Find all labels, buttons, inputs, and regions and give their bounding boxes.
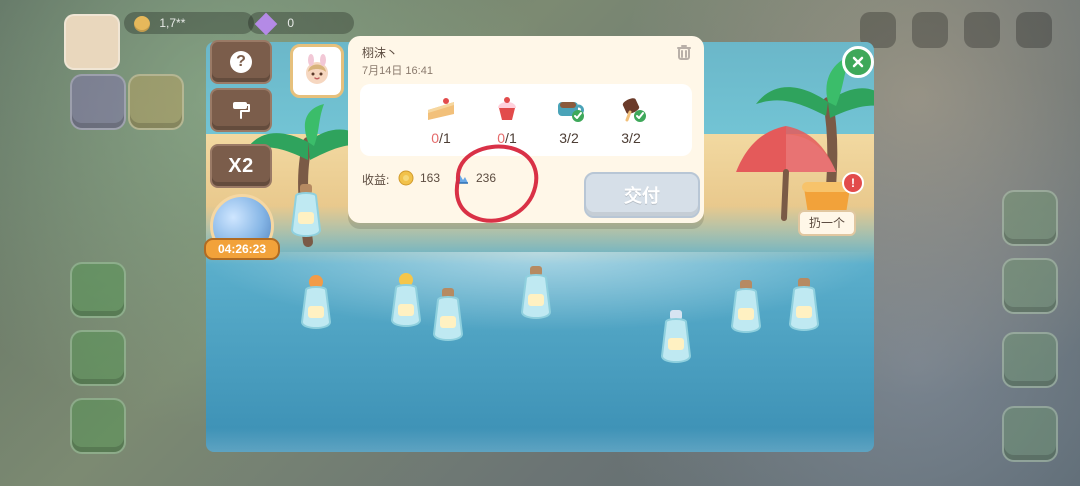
order-timestamp: 7月14日 16:41 xyxy=(362,65,433,77)
help-button[interactable]: ? xyxy=(210,40,272,84)
right-shortcut-3[interactable] xyxy=(1002,332,1058,388)
side-shortcut-4[interactable] xyxy=(70,330,126,386)
trash-icon xyxy=(677,45,691,60)
item-count: 3/2 xyxy=(559,130,579,146)
player-avatar[interactable] xyxy=(290,44,344,98)
have-count: 0 xyxy=(431,130,440,146)
xp-icon xyxy=(456,175,468,184)
item-coffee: 3/2 xyxy=(542,92,596,150)
have-count: 0 xyxy=(497,130,506,146)
coin-count: 1,7** xyxy=(159,16,186,30)
need-count: 1 xyxy=(442,130,451,146)
item-cake-slice: 0/1 xyxy=(414,92,468,150)
right-shortcut-1[interactable] xyxy=(1002,190,1058,246)
timer-text: 04:26:23 xyxy=(204,238,280,260)
paint-button[interactable] xyxy=(210,88,272,132)
side-shortcut-5[interactable] xyxy=(70,398,126,454)
camera-button[interactable] xyxy=(964,12,1000,48)
right-shortcut-4[interactable] xyxy=(1002,406,1058,462)
reward-coins: 163 xyxy=(398,170,440,186)
player-name: 栩沫丶 xyxy=(362,46,399,60)
need-count: 2 xyxy=(570,130,579,146)
gem-counter: 0 xyxy=(248,12,354,36)
close-button[interactable] xyxy=(842,46,874,78)
reward-xp-value: 236 xyxy=(476,171,497,185)
order-card: 栩沫丶 7月14日 16:41 0/1 0/1 3/2 3/2 收益: 163 … xyxy=(348,36,704,223)
bottle-on-sand[interactable] xyxy=(286,182,326,240)
required-items-panel: 0/1 0/1 3/2 3/2 xyxy=(360,84,692,156)
side-shortcut-1[interactable] xyxy=(70,74,126,130)
reward-xp: 236 xyxy=(454,170,496,186)
item-count: 0/1 xyxy=(497,130,517,146)
shoreline xyxy=(206,428,874,452)
bottle-floating-6[interactable] xyxy=(726,278,766,336)
throw-bottle-button[interactable]: 扔一个 xyxy=(798,210,856,236)
speed-up-button[interactable]: X2 xyxy=(210,144,272,188)
item-count: 3/2 xyxy=(621,130,641,146)
settings-button[interactable] xyxy=(1016,12,1052,48)
chocolate-popsicle-icon xyxy=(622,98,646,122)
bottle-floating-4[interactable] xyxy=(516,264,556,322)
income-label: 收益: xyxy=(362,173,390,187)
bottle-floating-3[interactable] xyxy=(428,286,468,344)
reward-coins-value: 163 xyxy=(420,171,441,185)
item-cupcake: 0/1 xyxy=(480,92,534,150)
item-count: 0/1 xyxy=(431,130,451,146)
coin-icon xyxy=(398,170,414,186)
gem-count: 0 xyxy=(287,16,295,30)
coin-counter: 1,7** xyxy=(124,12,254,34)
close-icon xyxy=(852,56,864,68)
need-count: 1 xyxy=(508,130,517,146)
speed-label: X2 xyxy=(228,154,254,177)
cupcake-icon xyxy=(498,97,516,120)
coffee-cup-icon xyxy=(558,102,584,122)
bunny-girl-avatar-icon xyxy=(306,54,328,84)
right-shortcut-2[interactable] xyxy=(1002,258,1058,314)
bottle-floating-2[interactable] xyxy=(386,272,426,330)
paint-roller-icon xyxy=(233,102,250,119)
delete-order-button[interactable] xyxy=(674,42,694,62)
cake-slice-icon xyxy=(428,98,454,120)
item-chocolate-popsicle: 3/2 xyxy=(604,92,658,150)
need-count: 2 xyxy=(632,130,641,146)
bottle-floating-5[interactable] xyxy=(656,308,696,366)
bottle-floating-7[interactable] xyxy=(784,276,824,334)
gem-icon xyxy=(254,12,278,36)
have-count: 3 xyxy=(559,130,568,146)
profile-avatar[interactable] xyxy=(64,14,120,70)
bottle-floating-1[interactable] xyxy=(296,274,336,332)
side-shortcut-2[interactable] xyxy=(128,74,184,130)
alert-badge: ! xyxy=(842,172,864,194)
mail-button[interactable] xyxy=(912,12,948,48)
coin-icon xyxy=(134,15,150,32)
have-count: 3 xyxy=(621,130,630,146)
side-shortcut-3[interactable] xyxy=(70,262,126,318)
deliver-button[interactable]: 交付 xyxy=(584,172,700,218)
question-icon: ? xyxy=(230,51,252,73)
